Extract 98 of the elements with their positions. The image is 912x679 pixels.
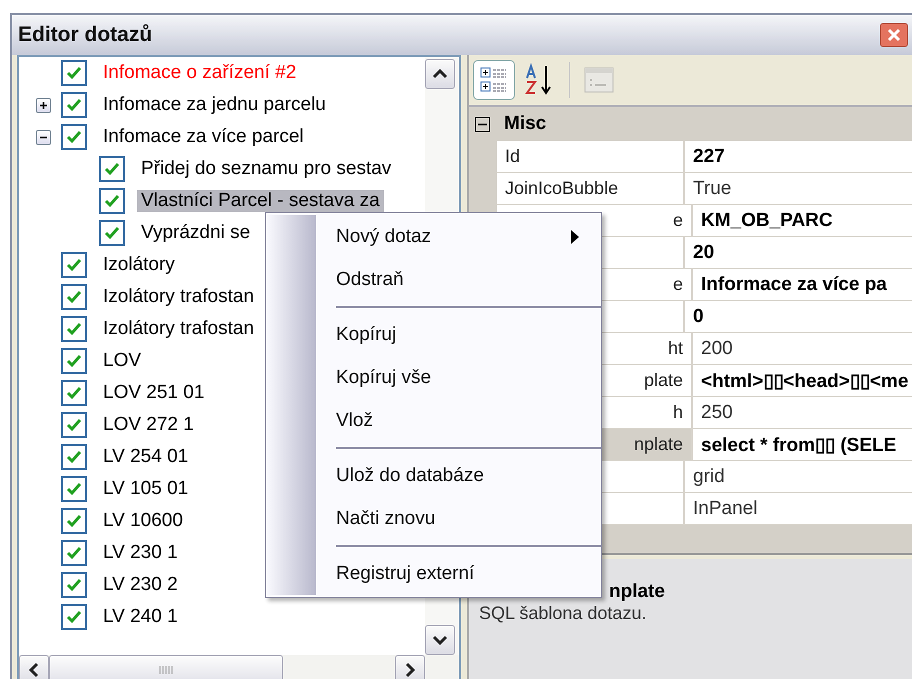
checkmark-icon <box>65 544 83 562</box>
checkbox[interactable] <box>61 444 87 470</box>
checkmark-icon <box>65 256 83 274</box>
checkbox[interactable] <box>61 380 87 406</box>
tree-item[interactable]: LV 230 1 <box>99 542 182 564</box>
menu-item[interactable]: Odstraň <box>266 258 601 301</box>
tree-item[interactable]: Izolátory <box>99 254 179 276</box>
categorized-button[interactable] <box>473 60 515 100</box>
chevron-up-icon <box>432 69 448 79</box>
checkmark-icon <box>65 128 83 146</box>
menu-item[interactable]: Kopíruj vše <box>266 356 601 399</box>
checkmark-icon <box>65 480 83 498</box>
menu-item[interactable]: Vlož <box>266 399 601 442</box>
scrollbar-thumb[interactable] <box>49 655 283 679</box>
property-value[interactable]: grid <box>685 461 912 493</box>
tree-item[interactable]: LOV 251 01 <box>99 382 208 404</box>
checkbox[interactable] <box>61 252 87 278</box>
tree-item[interactable]: LV 230 2 <box>99 574 182 596</box>
submenu-arrow-icon <box>571 230 579 244</box>
property-value[interactable]: 227 <box>685 141 912 173</box>
checkmark-icon <box>103 224 121 242</box>
grip-icon <box>158 665 174 675</box>
scroll-down-button[interactable] <box>425 625 455 655</box>
tree-item[interactable]: Vyprázdni se <box>137 222 254 244</box>
checkbox[interactable] <box>61 540 87 566</box>
checkmark-icon <box>65 288 83 306</box>
tree-item[interactable]: Vlastníci Parcel - sestava za <box>137 190 384 212</box>
description-text: SQL šablona dotazu. <box>479 603 646 624</box>
tree-item[interactable]: LV 105 01 <box>99 478 192 500</box>
checkmark-icon <box>65 448 83 466</box>
checkmark-icon <box>65 64 83 82</box>
checkbox[interactable] <box>61 92 87 118</box>
property-value[interactable]: KM_OB_PARC <box>693 205 912 237</box>
window-title: Editor dotazů <box>18 23 152 47</box>
tree-item[interactable]: Infomace za jednu parcelu <box>99 94 330 116</box>
tree-item[interactable]: LOV <box>99 350 146 372</box>
checkbox[interactable] <box>99 220 125 246</box>
property-value[interactable]: 200 <box>693 333 912 365</box>
tree-item[interactable]: LV 10600 <box>99 510 187 532</box>
tree-item[interactable]: LOV 272 1 <box>99 414 198 436</box>
menu-item[interactable]: Ulož do databáze <box>266 454 601 497</box>
checkmark-icon <box>103 160 121 178</box>
collapse-icon[interactable] <box>475 116 490 132</box>
tree-item[interactable]: Infomace o zařízení #2 <box>99 62 300 84</box>
property-value[interactable]: 20 <box>685 237 912 269</box>
checkbox[interactable] <box>61 572 87 598</box>
collapse-icon[interactable] <box>36 130 50 144</box>
property-name[interactable]: JoinIcoBubble <box>497 173 685 205</box>
checkbox[interactable] <box>61 124 87 150</box>
tree-item[interactable]: Izolátory trafostan <box>99 286 258 308</box>
category-label: Misc <box>504 113 546 135</box>
checkbox[interactable] <box>61 284 87 310</box>
menu-item[interactable]: Registruj externí <box>266 552 601 595</box>
tree-item[interactable]: LV 254 01 <box>99 446 192 468</box>
checkbox[interactable] <box>61 476 87 502</box>
checkbox[interactable] <box>61 508 87 534</box>
menu-item[interactable]: Nový dotaz <box>266 215 601 258</box>
expand-icon[interactable] <box>36 98 50 112</box>
checkbox[interactable] <box>61 316 87 342</box>
checkbox[interactable] <box>61 604 87 630</box>
property-value[interactable]: InPanel <box>685 493 912 525</box>
checkmark-icon <box>65 320 83 338</box>
checkbox[interactable] <box>61 348 87 374</box>
scroll-right-button[interactable] <box>395 655 425 679</box>
menu-item[interactable]: Načti znovu <box>266 497 601 540</box>
checkmark-icon <box>65 512 83 530</box>
property-value[interactable]: select * from▯▯ (SELE <box>693 429 912 461</box>
checkmark-icon <box>65 96 83 114</box>
property-value[interactable]: Informace za více pa <box>693 269 912 301</box>
checkmark-icon <box>65 608 83 626</box>
tree-item[interactable]: LV 240 1 <box>99 606 182 628</box>
tree-item[interactable]: Přidej do seznamu pro sestav <box>137 158 396 180</box>
checkmark-icon <box>65 416 83 434</box>
checkmark-icon <box>65 576 83 594</box>
scroll-left-button[interactable] <box>19 655 49 679</box>
tree-item[interactable]: Infomace za více parcel <box>99 126 308 148</box>
property-value[interactable]: 250 <box>693 397 912 429</box>
checkmark-icon <box>65 352 83 370</box>
checkbox[interactable] <box>61 60 87 86</box>
property-value[interactable]: True <box>685 173 912 205</box>
tree-item[interactable]: Izolátory trafostan <box>99 318 258 340</box>
property-value[interactable]: 0 <box>685 301 912 333</box>
menu-item[interactable]: Kopíruj <box>266 313 601 356</box>
close-button[interactable] <box>880 23 908 47</box>
scroll-up-button[interactable] <box>425 59 455 89</box>
checkbox[interactable] <box>99 156 125 182</box>
chevron-right-icon <box>405 662 415 678</box>
description-title: nplate <box>609 581 665 603</box>
minus-box-icon <box>475 116 490 132</box>
checkmark-icon <box>103 192 121 210</box>
checkmark-icon <box>65 384 83 402</box>
chevron-down-icon <box>432 635 448 645</box>
chevron-left-icon <box>29 662 39 678</box>
checkbox[interactable] <box>61 412 87 438</box>
checkbox[interactable] <box>99 188 125 214</box>
property-value[interactable]: <html>▯▯<head>▯▯<me <box>693 365 912 397</box>
close-icon <box>887 28 901 42</box>
property-name[interactable]: Id <box>497 141 685 173</box>
